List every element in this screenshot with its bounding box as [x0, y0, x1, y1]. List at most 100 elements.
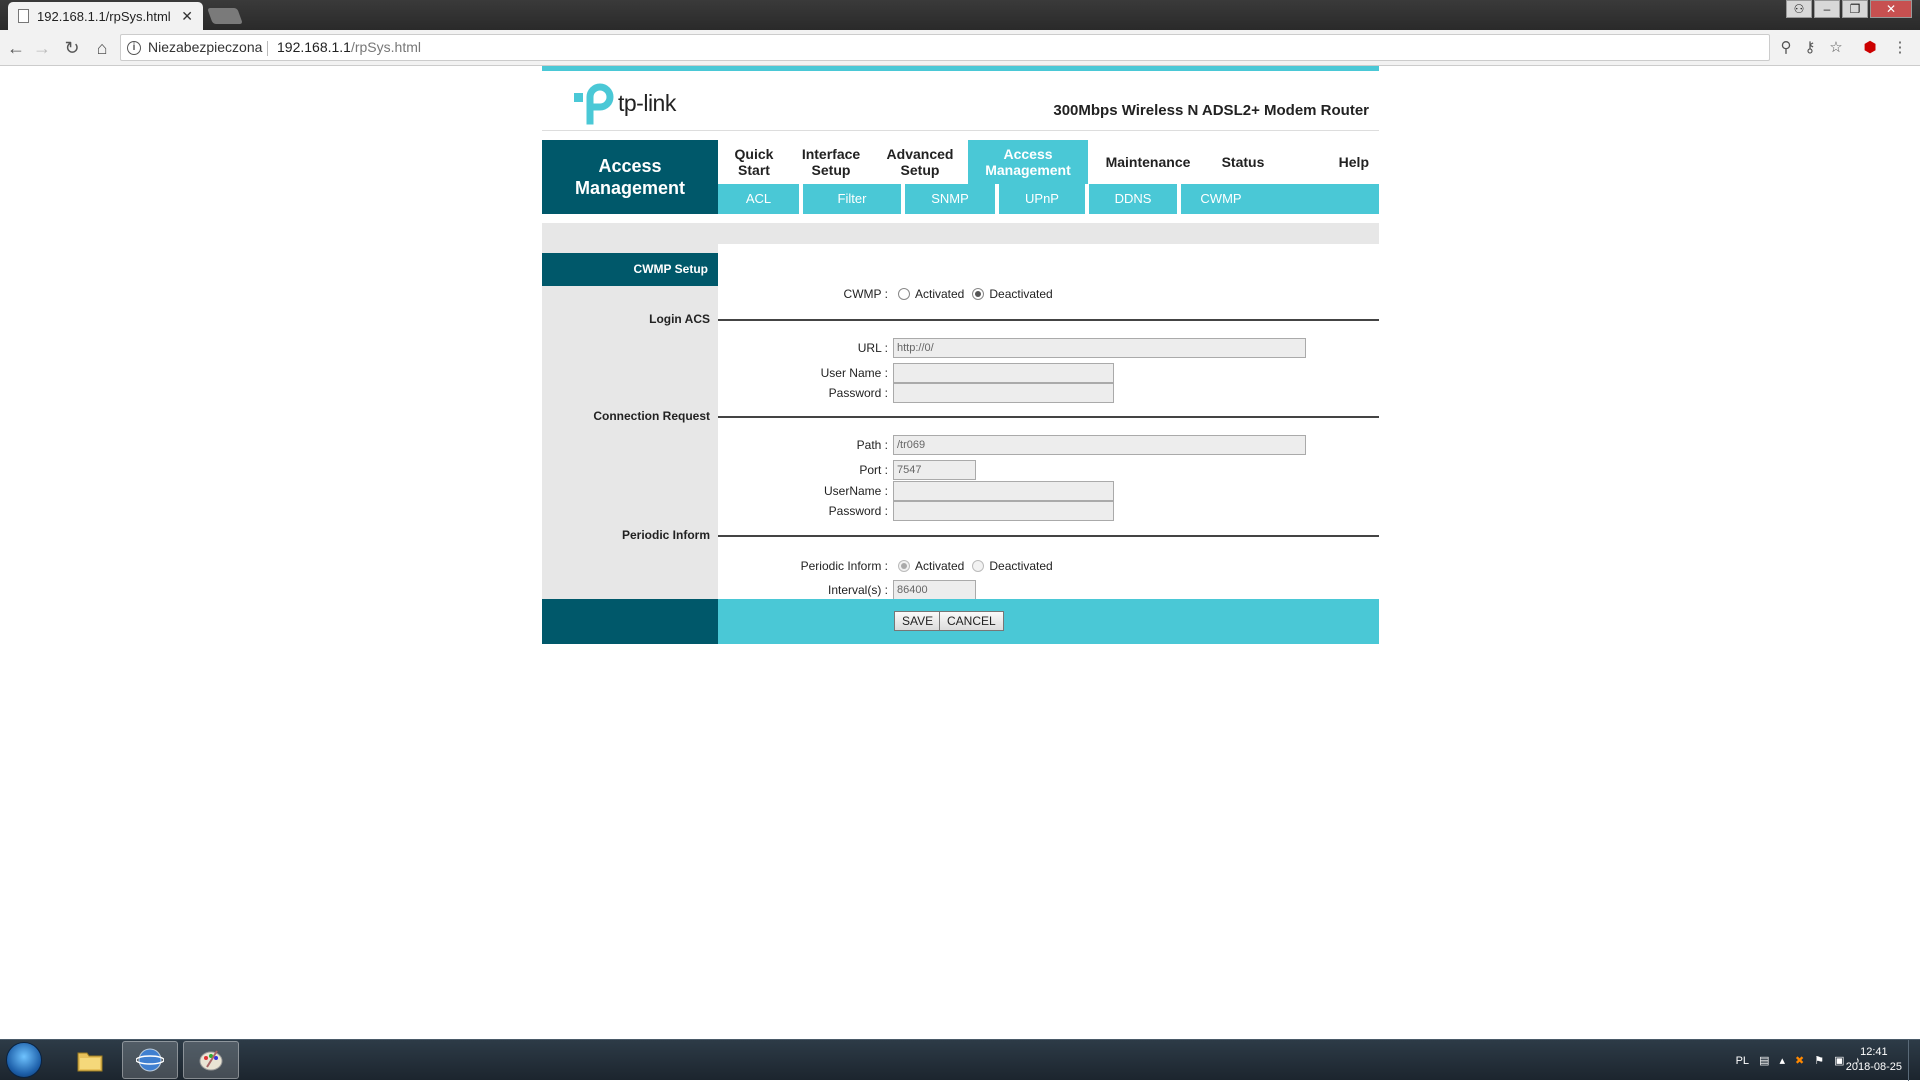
acs-password-label: Password : — [828, 386, 888, 400]
connection-request-heading: Connection Request — [593, 409, 710, 423]
tp-link-logo: tp-link — [572, 81, 676, 125]
browser-tab-strip: 192.168.1.1/rpSys.html ✕ ⚇ – ❐ ✕ — [0, 0, 1920, 30]
tray-expand-icon[interactable]: ▴ — [1779, 1054, 1785, 1067]
tab-title: 192.168.1.1/rpSys.html — [37, 8, 171, 24]
clock-date: 2018-08-25 — [1845, 1061, 1902, 1073]
menu-help[interactable]: Help — [1278, 140, 1379, 184]
section-divider — [718, 319, 1379, 321]
cr-username-label: UserName : — [823, 484, 888, 498]
url-text: 192.168.1.1/rpSys.html — [277, 39, 421, 55]
action-center-flag-icon[interactable]: ⚑ — [1814, 1054, 1824, 1067]
interval-input[interactable] — [893, 580, 976, 600]
tp-link-logo-icon — [574, 83, 614, 125]
submenu-filter[interactable]: Filter — [803, 184, 905, 214]
main-menu: Quick Start Interface Setup Advanced Set… — [718, 140, 1379, 184]
tab-close-icon[interactable]: ✕ — [181, 8, 193, 25]
extension-shield-icon[interactable]: ⬢ — [1860, 38, 1880, 58]
menu-access-management[interactable]: Access Management — [968, 140, 1088, 184]
paint-palette-icon — [199, 1050, 223, 1071]
router-page: tp-link 300Mbps Wireless N ADSL2+ Modem … — [542, 66, 1379, 644]
acs-url-input[interactable] — [893, 338, 1306, 358]
browser-tab[interactable]: 192.168.1.1/rpSys.html ✕ — [8, 2, 203, 30]
submenu-snmp[interactable]: SNMP — [905, 184, 999, 214]
cwmp-deactivated-label: Deactivated — [989, 287, 1053, 301]
cr-password-input[interactable] — [893, 501, 1114, 521]
bookmark-star-icon[interactable]: ☆ — [1826, 38, 1846, 58]
info-icon[interactable]: i — [127, 41, 141, 55]
menu-advanced-setup[interactable]: Advanced Setup — [872, 140, 968, 184]
model-name: 300Mbps Wireless N ADSL2+ Modem Router — [1053, 102, 1369, 119]
cr-username-input[interactable] — [893, 481, 1114, 501]
language-indicator[interactable]: PL — [1736, 1055, 1749, 1067]
back-arrow-icon[interactable]: ← — [4, 36, 28, 60]
form-footer: SAVE CANCEL — [542, 599, 1379, 644]
window-user-icon[interactable]: ⚇ — [1786, 0, 1812, 18]
key-icon[interactable]: ⚷ — [1800, 38, 1820, 58]
keyboard-icon[interactable]: ▤ — [1759, 1054, 1769, 1067]
browser-toolbar: ← → ↻ ⌂ i Niezabezpieczona 192.168.1.1/r… — [0, 30, 1920, 66]
interval-label: Interval(s) : — [827, 583, 888, 597]
periodic-inform-label: Periodic Inform : — [800, 559, 888, 573]
system-tray: PL ▤ ▴ ✖ ⚑ ▣ ♪ — [1736, 1040, 1860, 1081]
acs-password-input[interactable] — [893, 383, 1114, 403]
path-input[interactable] — [893, 435, 1306, 455]
brand-name: tp-link — [618, 89, 676, 116]
forward-arrow-icon[interactable]: → — [30, 36, 54, 60]
start-button-icon[interactable] — [6, 1042, 42, 1078]
menu-maintenance[interactable]: Maintenance — [1088, 140, 1208, 184]
taskbar-explorer[interactable] — [62, 1041, 118, 1079]
submenu-ddns[interactable]: DDNS — [1089, 184, 1181, 214]
page-favicon-icon — [18, 9, 29, 23]
avast-icon[interactable]: ✖ — [1795, 1054, 1804, 1067]
menu-quick-start[interactable]: Quick Start — [718, 140, 790, 184]
browser-menu-icon[interactable]: ⋮ — [1890, 38, 1910, 58]
home-icon[interactable]: ⌂ — [90, 36, 114, 60]
cwmp-form: CWMP Setup CWMP : Activated Deactivated … — [542, 244, 1379, 644]
zoom-icon[interactable]: ⚲ — [1776, 38, 1796, 58]
submenu-cwmp[interactable]: CWMP — [1181, 184, 1261, 214]
acs-username-input[interactable] — [893, 363, 1114, 383]
periodic-deactivated-radio[interactable] — [972, 560, 985, 572]
window-minimize-button[interactable]: – — [1814, 0, 1840, 18]
section-divider — [718, 416, 1379, 418]
periodic-activated-radio[interactable] — [898, 560, 910, 572]
browser-globe-icon — [136, 1048, 164, 1072]
cancel-button[interactable]: CANCEL — [939, 611, 1004, 631]
router-navigation: Access Management Quick Start Interface … — [542, 140, 1379, 216]
cwmp-activated-label: Activated — [915, 287, 965, 301]
taskbar-clock[interactable]: 12:41 2018-08-25 — [1846, 1045, 1902, 1075]
cwmp-radio-group: Activated Deactivated — [898, 287, 1053, 301]
path-label: Path : — [856, 438, 888, 452]
cwmp-activated-radio[interactable] — [898, 288, 910, 300]
address-separator — [267, 41, 268, 56]
periodic-inform-radio-group: Activated Deactivated — [898, 559, 1053, 573]
save-button[interactable]: SAVE — [894, 611, 942, 631]
gray-band — [542, 223, 1379, 244]
menu-interface-setup[interactable]: Interface Setup — [790, 140, 872, 184]
submenu-acl[interactable]: ACL — [718, 184, 803, 214]
periodic-deactivated-label: Deactivated — [989, 559, 1053, 573]
show-desktop-button[interactable] — [1908, 1040, 1920, 1081]
menu-status[interactable]: Status — [1208, 140, 1278, 184]
footer-left-block — [542, 599, 718, 644]
periodic-inform-heading: Periodic Inform — [621, 528, 710, 542]
folder-icon — [77, 1052, 103, 1072]
network-icon[interactable]: ▣ — [1834, 1054, 1844, 1067]
windows-taskbar: PL ▤ ▴ ✖ ⚑ ▣ ♪ 12:41 2018-08-25 — [0, 1039, 1920, 1081]
periodic-activated-label: Activated — [915, 559, 965, 573]
taskbar-browser[interactable] — [122, 1041, 178, 1079]
new-tab-button[interactable] — [207, 8, 243, 24]
window-close-button[interactable]: ✕ — [1870, 0, 1912, 18]
submenu-upnp[interactable]: UPnP — [999, 184, 1089, 214]
sub-menu: ACL Filter SNMP UPnP DDNS CWMP — [718, 184, 1379, 214]
section-title: Access Management — [542, 140, 718, 214]
reload-icon[interactable]: ↻ — [60, 36, 84, 60]
cwmp-deactivated-radio[interactable] — [972, 288, 985, 300]
window-restore-button[interactable]: ❐ — [1842, 0, 1868, 18]
acs-username-label: User Name : — [820, 366, 888, 380]
login-acs-heading: Login ACS — [649, 312, 710, 326]
port-input[interactable] — [893, 460, 976, 480]
clock-time: 12:41 — [1860, 1046, 1888, 1058]
address-bar[interactable]: i Niezabezpieczona 192.168.1.1/rpSys.htm… — [120, 34, 1770, 61]
taskbar-paint[interactable] — [183, 1041, 239, 1079]
